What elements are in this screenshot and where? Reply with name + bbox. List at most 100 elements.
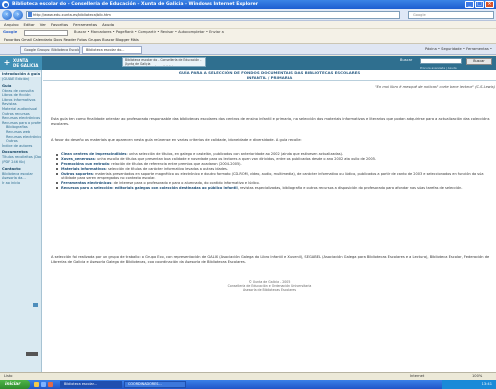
menu-item-4[interactable]: Ferramentas [73, 21, 97, 28]
guide-paragraph: A favor do deseño os materiais que apare… [51, 138, 302, 142]
command-bar[interactable]: Páxina • Seguridade • Ferramentas • [425, 46, 492, 53]
sidebar-item[interactable]: Obras de consulta [2, 89, 34, 93]
list-item-title: Ferramentas electrónicas [61, 180, 112, 185]
status-text: Listo [4, 374, 13, 378]
quicklaunch-media-icon[interactable] [48, 382, 53, 387]
taskbar: iniciar Biblioteca escolar... COORDINADO… [0, 380, 496, 389]
list-item-text: : unha selección de títulos, en galego e… [126, 152, 344, 156]
forward-button[interactable]: › [13, 10, 23, 20]
main-content: GUÍA PARA A SELECCIÓN DE FONDOS DOCUMENT… [43, 70, 496, 372]
sidebar-item[interactable]: Revistas [2, 102, 17, 106]
google-toolbar-logo: Google [3, 30, 18, 34]
advanced-search-link[interactable]: Procura avanzada | Axuda [420, 66, 457, 70]
banner-search-label: Buscar [400, 58, 413, 62]
sidebar-heading: Guía [2, 83, 12, 88]
list-item: Recursos para a selección: editoriais ga… [55, 186, 491, 190]
list-item-text: : unha escolla de títulos que presentan … [94, 156, 377, 161]
list-item: Materiais informativos: selección de tít… [55, 167, 491, 171]
sidebar-heading: Documentos [2, 150, 28, 155]
footer-line: Asesoría de Bibliotecas Escolares [242, 288, 297, 292]
sidebar-item[interactable]: Biblioteca escolar [2, 172, 33, 176]
xunta-logo[interactable]: + XUNTA DE GALICIA [0, 56, 42, 70]
taskbar-item-browser[interactable]: Biblioteca escolar... [60, 381, 122, 388]
quote: "En moi libro é mesqué de noticas" corte… [375, 85, 495, 89]
document-icon[interactable] [33, 303, 38, 307]
menu-item-0[interactable]: Arquivo [4, 21, 19, 28]
back-button[interactable]: ‹ [2, 10, 12, 20]
list-item: Clean centres de imprescindibles: unha s… [55, 152, 491, 156]
ie-logo-icon [2, 1, 9, 8]
window-controls: _ □ × [465, 1, 494, 8]
start-button[interactable]: iniciar [0, 380, 30, 389]
taskbar-item-coordinadores[interactable]: COORDINADORES... [124, 381, 186, 388]
sidebar-item[interactable]: (GUIAE Edición) [2, 77, 29, 81]
status-bar: Listo Internet 100% [0, 372, 496, 380]
google-toolbar: Google Buscar • Marcadores • PageRank • … [0, 28, 496, 36]
tab-biblioteca[interactable]: Biblioteca escolar do... [82, 46, 142, 54]
links-toolbar: Favoritos Gmail Calendario Docs Reader F… [0, 36, 496, 44]
sidebar-item[interactable]: Outros recursos [2, 112, 30, 116]
sidebar-item[interactable]: Recursos electrónicos [2, 116, 40, 120]
clock: 13:41 [481, 382, 492, 386]
credits-paragraph: A selección foi realizada por un grupo d… [51, 255, 490, 264]
menu-item-5[interactable]: Axuda [102, 21, 114, 28]
sidebar-item[interactable]: Recursos para o profesorado [2, 121, 41, 125]
sidebar-item[interactable]: Títulos recolleitos (Doc) [2, 155, 41, 159]
bullet-list: Clean centres de imprescindibles: unha s… [55, 152, 491, 191]
minimize-button[interactable]: _ [465, 1, 474, 8]
search-input[interactable]: Google [408, 11, 494, 19]
sidebar-item[interactable]: Asesoría da... [2, 176, 26, 180]
list-item-title: Xoves_xenerosas [61, 156, 95, 161]
site-search-input[interactable] [420, 58, 462, 64]
sidebar-item[interactable]: Recursos web [6, 130, 30, 134]
menu-bar: Arquivo Editar Ver Favoritos Ferramentas Axud… [0, 21, 496, 28]
page-icon [28, 12, 32, 17]
quicklaunch-folder-icon[interactable] [34, 382, 39, 387]
tab-bar: Google Groups: Biblioteca Escolar Biblio… [0, 44, 496, 55]
sidebar-item[interactable]: (PDF 246 Kb) [2, 160, 25, 164]
list-item-text: , revistas especializadas, bibliografía … [237, 185, 463, 190]
sidebar-item[interactable]: Outros [6, 139, 18, 143]
list-item: Promocións cun entrada: relación de títu… [55, 162, 491, 166]
sidebar-item[interactable]: Libros informativos [2, 98, 35, 102]
site-search-button[interactable]: Buscar [466, 58, 492, 65]
list-item-text: : selección de títulos de carácter infor… [105, 166, 228, 171]
links-toolbar-items[interactable]: Favoritos Gmail Calendario Docs Reader F… [4, 36, 139, 43]
sidebar-heading: Introdución á guía [2, 72, 41, 76]
window-title: Biblioteca escolar do - Consellería de E… [12, 2, 258, 7]
sidebar: Introdución á guía (GUIAE Edición) Guía Obr… [0, 70, 42, 372]
divider [43, 80, 496, 81]
address-bar[interactable]: http://www.edu.xunta.es/biblioteca/bib.h… [26, 11, 400, 19]
sidebar-item[interactable]: Recursos electrónicos [6, 135, 41, 139]
list-item-title: Clean centres de imprescindibles [61, 152, 127, 156]
list-item: Outros soportes: materiais presentados e… [55, 172, 491, 181]
list-item-text: : relación de títulos de referencia entr… [109, 161, 242, 166]
sidebar-item[interactable]: Material audiovisual [2, 107, 37, 111]
sidebar-item[interactable]: Libros de ficción [2, 93, 30, 97]
google-toolbar-buttons[interactable]: Buscar • Marcadores • PageRank • Compart… [74, 29, 224, 36]
close-button[interactable]: × [485, 1, 494, 8]
menu-item-1[interactable]: Editar [24, 21, 35, 28]
zone-label: Internet [410, 374, 425, 378]
sidebar-item[interactable]: Índice de autores [2, 144, 32, 148]
menu-item-2[interactable]: Ver [40, 21, 46, 28]
list-item-title: Recursos para a selección: editoriais ga… [61, 185, 238, 190]
list-item-text: : de interese para o profesorado e para … [111, 180, 260, 185]
zoom-level[interactable]: 100% [472, 373, 482, 380]
tab-google-groups[interactable]: Google Groups: Biblioteca Escolar [20, 46, 80, 54]
menu-item-3[interactable]: Favoritos [51, 21, 68, 28]
list-item: Ferramentas electrónicas: de interese pa… [55, 181, 491, 185]
quicklaunch-ie-icon[interactable] [41, 382, 46, 387]
sidebar-item[interactable]: Ir ao inicio [2, 181, 20, 185]
list-item-title: Promocións cun entrada [61, 161, 109, 166]
address-row: ‹ › http://www.edu.xunta.es/biblioteca/b… [0, 9, 496, 21]
intro-paragraph: Esta guía ten como finalidade orientar a… [51, 117, 490, 126]
logo-line-2: DE GALICIA [13, 63, 39, 68]
tooltip: Biblioteca escolar do - Consellería de E… [122, 57, 206, 67]
list-item-text: : materiais presentados en soporte magné… [61, 171, 484, 180]
maximize-button[interactable]: □ [475, 1, 484, 8]
list-item-title: Materiais informativos [61, 166, 106, 171]
sidebar-item[interactable]: Bibliografías [6, 125, 28, 129]
banner-badge-icon[interactable] [26, 352, 38, 356]
sidebar-heading: Contacto [2, 166, 21, 171]
